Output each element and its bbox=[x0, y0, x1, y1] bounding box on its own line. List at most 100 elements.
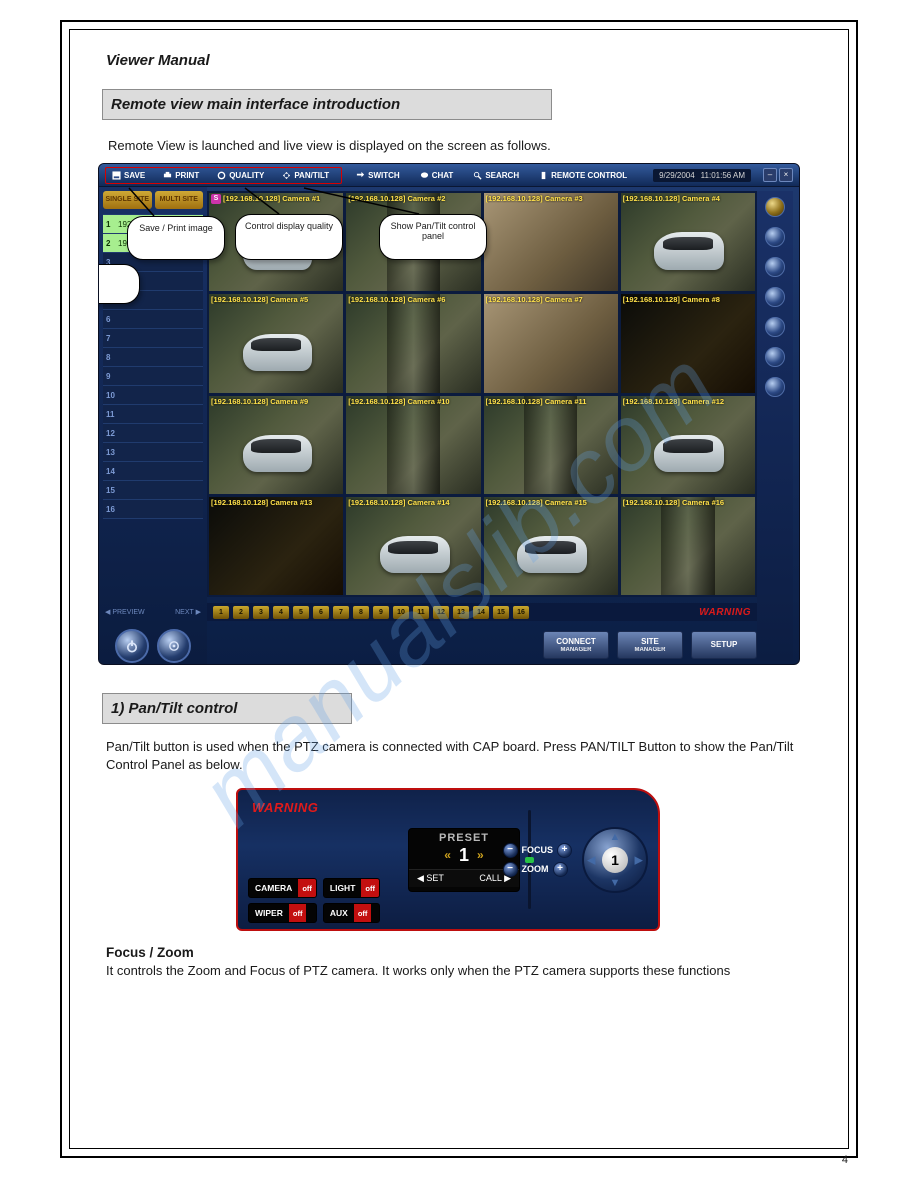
channel-button-1[interactable]: 1 bbox=[213, 606, 229, 619]
channel-button-15[interactable]: 15 bbox=[493, 606, 509, 619]
switch-button[interactable]: SWITCH bbox=[352, 169, 404, 182]
setup-button[interactable]: SETUP bbox=[691, 631, 757, 659]
camera-tile-8[interactable]: [192.168.10.128] Camera #8 bbox=[621, 294, 755, 392]
site-row-14[interactable]: 14 bbox=[103, 462, 203, 481]
close-button[interactable]: × bbox=[779, 168, 793, 182]
page-number: 4 bbox=[842, 1154, 848, 1166]
site-row-15[interactable]: 15 bbox=[103, 481, 203, 500]
page-inner-frame: manualslib.com Viewer Manual Remote view… bbox=[69, 29, 849, 1149]
site-row-number: 6 bbox=[106, 315, 118, 324]
print-button[interactable]: PRINT bbox=[159, 169, 203, 182]
channel-button-3[interactable]: 3 bbox=[253, 606, 269, 619]
channel-button-6[interactable]: 6 bbox=[313, 606, 329, 619]
search-button[interactable]: SEARCH bbox=[469, 169, 523, 182]
channel-button-4[interactable]: 4 bbox=[273, 606, 289, 619]
channel-button-14[interactable]: 14 bbox=[473, 606, 489, 619]
zoom-minus-button[interactable]: − bbox=[503, 862, 518, 877]
aux-toggle-state: off bbox=[354, 904, 372, 922]
camera-label: [192.168.10.128] Camera #14 bbox=[348, 498, 478, 507]
camera-tile-16[interactable]: [192.168.10.128] Camera #16 bbox=[621, 497, 755, 595]
channel-button-10[interactable]: 10 bbox=[393, 606, 409, 619]
focus-minus-button[interactable]: − bbox=[503, 843, 518, 858]
connect-manager-button[interactable]: CONNECT MANAGER bbox=[543, 631, 609, 659]
quality-button[interactable]: QUALITY bbox=[213, 169, 268, 182]
callout-save-print: Save / Print image bbox=[127, 216, 225, 260]
camera-tile-12[interactable]: [192.168.10.128] Camera #12 bbox=[621, 396, 755, 494]
camera-tile-5[interactable]: [192.168.10.128] Camera #5 bbox=[209, 294, 343, 392]
minimize-button[interactable]: – bbox=[763, 168, 777, 182]
camera-tile-14[interactable]: [192.168.10.128] Camera #14 bbox=[346, 497, 480, 595]
multi-site-button[interactable]: MULTI SITE bbox=[155, 191, 204, 209]
site-row-number: 16 bbox=[106, 505, 118, 514]
site-sublabel: MANAGER bbox=[635, 647, 666, 653]
chat-button[interactable]: CHAT bbox=[416, 169, 458, 182]
channel-button-12[interactable]: 12 bbox=[433, 606, 449, 619]
channel-button-9[interactable]: 9 bbox=[373, 606, 389, 619]
layout-full-button[interactable] bbox=[765, 377, 785, 397]
camera-toggle-state: off bbox=[298, 879, 316, 897]
site-row-13[interactable]: 13 bbox=[103, 443, 203, 462]
pantilt-paragraph: Pan/Tilt button is used when the PTZ cam… bbox=[106, 738, 812, 774]
remote-control-button[interactable]: REMOTE CONTROL bbox=[535, 169, 631, 182]
focus-plus-button[interactable]: + bbox=[557, 843, 572, 858]
site-row-16[interactable]: 16 bbox=[103, 500, 203, 519]
channel-button-13[interactable]: 13 bbox=[453, 606, 469, 619]
next-button[interactable]: NEXT ▶ bbox=[175, 608, 201, 616]
channel-button-8[interactable]: 8 bbox=[353, 606, 369, 619]
time-label: 11:01:56 AM bbox=[701, 171, 745, 180]
light-toggle[interactable]: LIGHT off bbox=[323, 878, 380, 898]
channel-button-11[interactable]: 11 bbox=[413, 606, 429, 619]
preset-set-button[interactable]: ◀ SET bbox=[417, 873, 444, 884]
layout-3x3-button[interactable] bbox=[765, 257, 785, 277]
site-manager-button[interactable]: SITE MANAGER bbox=[617, 631, 683, 659]
camera-tile-10[interactable]: [192.168.10.128] Camera #10 bbox=[346, 396, 480, 494]
save-button[interactable]: SAVE bbox=[108, 169, 149, 182]
site-row-10[interactable]: 10 bbox=[103, 386, 203, 405]
site-row-11[interactable]: 11 bbox=[103, 405, 203, 424]
layout-8-button[interactable] bbox=[765, 287, 785, 307]
layout-1x1-button[interactable] bbox=[765, 197, 785, 217]
layout-13-button[interactable] bbox=[765, 317, 785, 337]
layout-4x4-button[interactable] bbox=[765, 347, 785, 367]
wiper-toggle[interactable]: WIPER off bbox=[248, 903, 317, 923]
site-row-12[interactable]: 12 bbox=[103, 424, 203, 443]
camera-tile-11[interactable]: [192.168.10.128] Camera #11 bbox=[484, 396, 618, 494]
camera-label: [192.168.10.128] Camera #11 bbox=[486, 397, 616, 406]
camera-tile-13[interactable]: [192.168.10.128] Camera #13 bbox=[209, 497, 343, 595]
power-button[interactable] bbox=[115, 629, 149, 663]
printer-icon bbox=[163, 171, 172, 180]
ptz-toggle-group: CAMERA off LIGHT off WIPER off AUX off bbox=[248, 878, 380, 923]
camera-tile-7[interactable]: [192.168.10.128] Camera #7 bbox=[484, 294, 618, 392]
camera-tile-3[interactable]: [192.168.10.128] Camera #3 bbox=[484, 193, 618, 291]
channel-button-2[interactable]: 2 bbox=[233, 606, 249, 619]
zoom-plus-button[interactable]: + bbox=[553, 862, 568, 877]
site-row-9[interactable]: 9 bbox=[103, 367, 203, 386]
site-row-7[interactable]: 7 bbox=[103, 329, 203, 348]
camera-tile-15[interactable]: [192.168.10.128] Camera #15 bbox=[484, 497, 618, 595]
channel-button-7[interactable]: 7 bbox=[333, 606, 349, 619]
preset-next-button[interactable]: » bbox=[477, 848, 484, 862]
dpad: ▲ ▼ ◀ ▶ 1 bbox=[582, 827, 648, 893]
camera-tile-6[interactable]: [192.168.10.128] Camera #6 bbox=[346, 294, 480, 392]
camera-tile-9[interactable]: [192.168.10.128] Camera #9 bbox=[209, 396, 343, 494]
site-row-8[interactable]: 8 bbox=[103, 348, 203, 367]
dpad-right-button[interactable]: ▶ bbox=[635, 853, 643, 866]
target-button[interactable] bbox=[157, 629, 191, 663]
single-site-button[interactable]: SINGLE SITE bbox=[103, 191, 152, 209]
prev-button[interactable]: ◀ PREVIEW bbox=[105, 608, 145, 616]
channel-button-16[interactable]: 16 bbox=[513, 606, 529, 619]
layout-2x2-button[interactable] bbox=[765, 227, 785, 247]
camera-toggle[interactable]: CAMERA off bbox=[248, 878, 317, 898]
dpad-up-button[interactable]: ▲ bbox=[610, 831, 621, 843]
site-row-6[interactable]: 6 bbox=[103, 310, 203, 329]
camera-label: [192.168.10.128] Camera #8 bbox=[623, 295, 753, 304]
camera-label: [192.168.10.128] Camera #6 bbox=[348, 295, 478, 304]
floppy-icon bbox=[112, 171, 121, 180]
camera-tile-4[interactable]: [192.168.10.128] Camera #4 bbox=[621, 193, 755, 291]
dpad-left-button[interactable]: ◀ bbox=[587, 853, 595, 866]
dpad-down-button[interactable]: ▼ bbox=[610, 877, 621, 889]
aux-toggle[interactable]: AUX off bbox=[323, 903, 380, 923]
pantilt-button[interactable]: PAN/TILT bbox=[278, 169, 333, 182]
preset-prev-button[interactable]: « bbox=[444, 848, 451, 862]
channel-button-5[interactable]: 5 bbox=[293, 606, 309, 619]
